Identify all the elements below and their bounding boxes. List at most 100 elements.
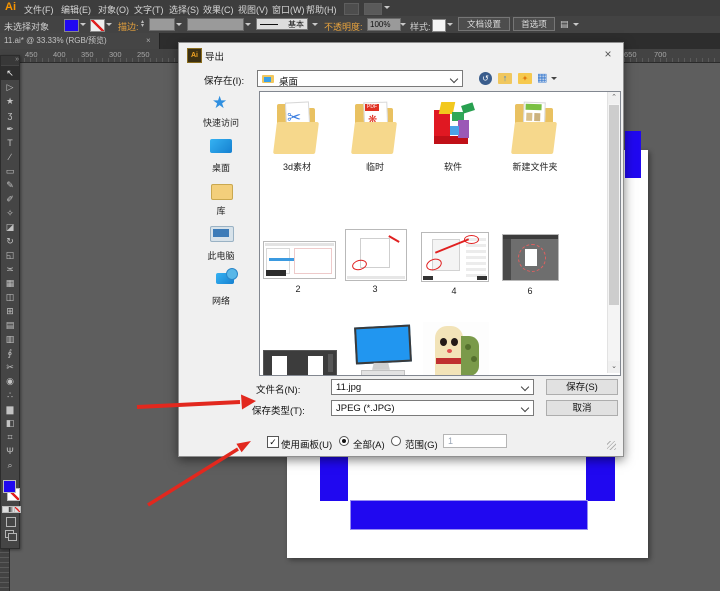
use-artboards-label[interactable]: 使用画板(U) [281, 437, 332, 451]
range-input[interactable]: 1 [443, 434, 507, 448]
brush-dropdown-icon[interactable] [245, 23, 251, 29]
document-tab[interactable]: 11.ai* @ 33.33% (RGB/预览) × [0, 33, 160, 49]
eraser-tool[interactable]: ◪ [1, 220, 19, 234]
paintbrush-tool[interactable]: ✎ [1, 178, 19, 192]
fill-dropdown-icon[interactable] [80, 23, 86, 29]
menu-view[interactable]: 视图(V) [238, 3, 268, 16]
direct-selection-tool[interactable]: ▷ [1, 80, 19, 94]
gradient-tool[interactable]: ▥ [1, 332, 19, 346]
tab-close-icon[interactable]: × [146, 33, 151, 49]
dialog-resize-grip[interactable] [607, 441, 616, 450]
list-item[interactable]: 6 [498, 228, 568, 300]
scissors-tool[interactable]: ✂ [1, 360, 19, 374]
list-item[interactable]: 2 [260, 232, 336, 300]
stroke-dropdown-icon[interactable] [106, 23, 112, 29]
file-name-combobox[interactable]: 11.jpg [331, 379, 534, 395]
rotate-tool[interactable]: ↻ [1, 234, 19, 248]
list-item[interactable]: 新建文件夹 [500, 100, 570, 178]
width-tool[interactable]: ≍ [1, 262, 19, 276]
rectangle-tool[interactable]: ▭ [1, 164, 19, 178]
menu-edit[interactable]: 编辑(E) [61, 3, 91, 16]
place-network[interactable]: 网络 [186, 294, 256, 307]
shaper-tool[interactable]: ✧ [1, 206, 19, 220]
stroke-color-swatch[interactable] [90, 19, 105, 32]
menu-file[interactable]: 文件(F) [24, 3, 54, 16]
view-menu-icon[interactable]: ▦ [537, 72, 549, 84]
selection-tool[interactable]: ↖ [1, 66, 19, 80]
screen-mode-icon[interactable] [5, 530, 14, 538]
list-scrollbar[interactable]: ⌃ ⌄ [607, 92, 620, 373]
use-artboards-checkbox[interactable]: ✓ [267, 436, 279, 448]
cancel-button[interactable]: 取消 [546, 400, 618, 416]
line-style-field[interactable]: 基本 [256, 18, 308, 30]
panel-icon[interactable]: ▤ [560, 19, 569, 30]
menu-help[interactable]: 帮助(H) [306, 3, 337, 16]
stroke-weight-dropdown-icon[interactable] [176, 23, 182, 29]
save-in-combobox[interactable]: 桌面 [257, 70, 463, 87]
list-item[interactable]: 3 [337, 224, 413, 300]
preferences-button[interactable]: 首选项 [513, 17, 555, 31]
artboard-tool[interactable]: ◧ [1, 416, 19, 430]
place-this-pc[interactable]: 此电脑 [186, 249, 256, 262]
magic-wand-tool[interactable]: ★ [1, 94, 19, 108]
list-item[interactable]: 软件 [418, 100, 488, 178]
place-desktop[interactable]: 桌面 [186, 161, 256, 174]
lasso-tool[interactable]: ʒ [1, 108, 19, 122]
hand-tool[interactable]: Ψ [1, 444, 19, 458]
column-graph-tool[interactable]: ▆ [1, 402, 19, 416]
back-button-icon[interactable]: ↺ [479, 72, 492, 85]
range-radio[interactable] [391, 436, 401, 446]
range-label[interactable]: 范围(G) [405, 437, 438, 451]
opacity-dropdown-icon[interactable] [400, 23, 406, 29]
list-item[interactable]: ✂ 3d素材 [262, 100, 332, 178]
place-libraries[interactable]: 库 [186, 204, 256, 217]
none-mode-icon[interactable] [14, 506, 21, 513]
type-tool[interactable]: T [1, 136, 19, 150]
dialog-close-icon[interactable]: × [599, 46, 617, 62]
style-dropdown-icon[interactable] [447, 23, 453, 29]
bridge-icon[interactable] [344, 3, 359, 15]
scale-tool[interactable]: ◱ [1, 248, 19, 262]
pen-tool[interactable]: ✒ [1, 122, 19, 136]
fill-indicator[interactable] [3, 480, 16, 493]
opacity-field[interactable]: 100% [367, 18, 401, 31]
all-label[interactable]: 全部(A) [353, 437, 385, 451]
shape-builder-tool[interactable]: ◫ [1, 290, 19, 304]
view-menu-dropdown-icon[interactable] [551, 77, 557, 83]
menu-type[interactable]: 文字(T) [134, 3, 164, 16]
list-item[interactable] [423, 322, 489, 375]
toolbar-collapse-icon[interactable]: » [1, 56, 19, 65]
perspective-grid-tool[interactable]: ⊞ [1, 304, 19, 318]
fill-color-swatch[interactable] [64, 19, 79, 32]
file-type-combobox[interactable]: JPEG (*.JPG) [331, 400, 534, 416]
save-button[interactable]: 保存(S) [546, 379, 618, 395]
menu-select[interactable]: 选择(S) [169, 3, 199, 16]
style-swatch[interactable] [432, 19, 446, 32]
menu-object[interactable]: 对象(O) [98, 3, 129, 16]
draw-mode-icon[interactable] [6, 517, 16, 527]
brush-definition-field[interactable] [187, 18, 244, 31]
list-item[interactable]: 4 [416, 226, 492, 300]
scroll-down-icon[interactable]: ⌄ [608, 361, 620, 373]
workspace-icon[interactable] [364, 3, 382, 15]
symbol-sprayer-tool[interactable]: ∴ [1, 388, 19, 402]
slice-tool[interactable]: ⌗ [1, 430, 19, 444]
list-item[interactable] [353, 324, 411, 375]
line-style-dropdown-icon[interactable] [312, 23, 318, 29]
pencil-tool[interactable]: ✐ [1, 192, 19, 206]
mesh-tool[interactable]: ▤ [1, 318, 19, 332]
list-item[interactable]: PDF ❋ 临时 [340, 100, 410, 178]
all-radio[interactable] [339, 436, 349, 446]
scroll-up-icon[interactable]: ⌃ [608, 92, 620, 104]
workspace-dropdown-icon[interactable] [384, 6, 390, 12]
list-item[interactable] [263, 350, 337, 376]
document-setup-button[interactable]: 文档设置 [458, 17, 510, 31]
blend-tool[interactable]: ◉ [1, 374, 19, 388]
stroke-stepper[interactable]: ▴▾ [141, 20, 144, 28]
scrollbar-thumb[interactable] [609, 105, 619, 305]
stroke-weight-field[interactable] [149, 18, 175, 31]
new-folder-icon[interactable]: ✦ [518, 73, 532, 84]
menu-effect[interactable]: 效果(C) [203, 3, 234, 16]
line-segment-tool[interactable]: ∕ [1, 150, 19, 164]
panel-dropdown-icon[interactable] [573, 23, 579, 29]
